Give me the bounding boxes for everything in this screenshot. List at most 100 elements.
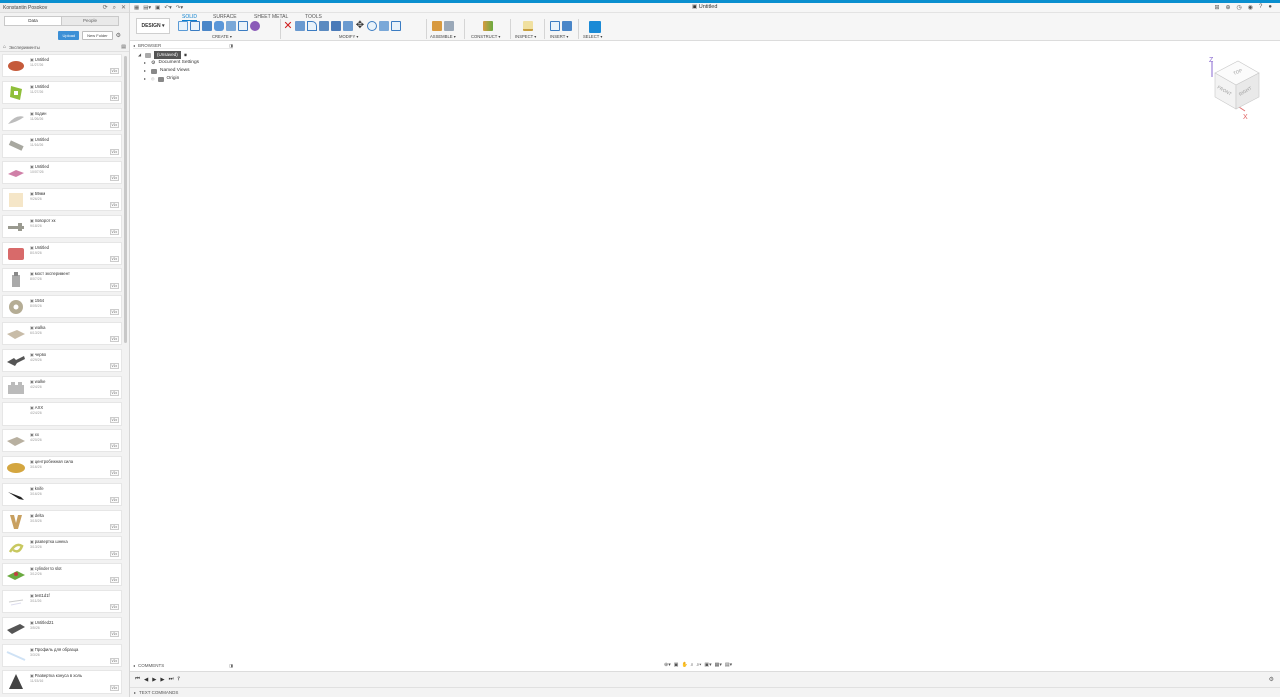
fit-icon[interactable]: ⌕▾	[696, 662, 701, 668]
file-name[interactable]: test1d1f	[30, 593, 50, 598]
version-badge[interactable]: V1▾	[109, 416, 119, 423]
measure-icon[interactable]	[523, 21, 533, 31]
expand-icon[interactable]: ▸	[134, 690, 136, 695]
play-icon[interactable]: ▶	[152, 677, 156, 683]
version-badge[interactable]: V1▾	[109, 229, 119, 236]
zoom-icon[interactable]: ⌕	[691, 662, 694, 668]
file-card[interactable]: Untitled11/27/26 V1▾	[2, 54, 122, 78]
file-card[interactable]: хх4/20/26 V1▾	[2, 429, 122, 453]
data-panel-scrollbar[interactable]	[124, 56, 127, 343]
file-thumbnail[interactable]	[6, 245, 26, 263]
file-card[interactable]: АХХ4/24/26 V1▾	[2, 402, 122, 426]
file-card[interactable]: Untitled10/07/26 V1▾	[2, 161, 122, 185]
version-badge[interactable]: V1▾	[109, 631, 119, 638]
visibility-icon[interactable]	[145, 52, 151, 58]
file-card[interactable]: Профиль для образца3/3/26 V1▾	[2, 643, 122, 667]
file-thumbnail[interactable]	[6, 111, 26, 129]
file-name[interactable]: мост эксперимент	[30, 271, 70, 276]
file-name[interactable]: АХХ	[30, 405, 43, 410]
version-badge[interactable]: V1▾	[109, 657, 119, 664]
file-thumbnail[interactable]	[6, 459, 26, 477]
version-badge[interactable]: V1▾	[109, 255, 119, 262]
viewports-icon[interactable]: ▤▾	[725, 662, 732, 668]
add-tab-icon[interactable]: ⊞	[1214, 4, 1219, 11]
tab-solid[interactable]: SOLID	[182, 14, 198, 21]
fillet-icon[interactable]	[307, 21, 317, 31]
tab-surface[interactable]: SURFACE	[213, 14, 237, 20]
collapse-icon[interactable]: ◂	[133, 43, 135, 48]
delete-icon[interactable]: ✕	[283, 21, 293, 32]
file-card[interactable]: черво4/29/26 V1▾	[2, 348, 122, 373]
file-thumbnail[interactable]	[6, 352, 26, 370]
select-menu[interactable]: SELECT ▾	[583, 34, 602, 39]
file-thumbnail[interactable]	[6, 593, 26, 611]
display-settings-icon[interactable]: ▣▾	[704, 662, 711, 668]
version-badge[interactable]: V1▾	[109, 523, 119, 530]
save-icon[interactable]: ▣	[155, 5, 160, 11]
version-badge[interactable]: V1▾	[109, 389, 119, 396]
refresh-icon[interactable]: ⟳	[103, 5, 108, 11]
file-thumbnail[interactable]	[6, 325, 26, 343]
expand-icon[interactable]: ◢	[138, 51, 145, 59]
inspect-menu[interactable]: INSPECT ▾	[515, 34, 536, 39]
file-card[interactable]: центробежная сила3/16/26 V1▾	[2, 455, 122, 480]
file-thumbnail[interactable]	[6, 57, 26, 75]
redo-icon[interactable]: ↷▾	[176, 5, 183, 11]
avatar[interactable]: ●	[1268, 4, 1272, 11]
file-name[interactable]: delta	[30, 513, 44, 518]
version-badge[interactable]: V1▾	[109, 95, 119, 102]
file-thumbnail[interactable]	[6, 298, 26, 316]
file-name[interactable]: поворот хк	[30, 218, 56, 223]
file-card[interactable]: knife3/16/26 V1▾	[2, 482, 122, 507]
assemble-menu[interactable]: ASSEMBLE ▾	[430, 34, 456, 39]
version-badge[interactable]: V1▾	[109, 550, 119, 557]
file-card[interactable]: Развертка конуса в холь11/15/16 V1▾	[2, 670, 122, 694]
file-thumbnail[interactable]	[6, 84, 26, 102]
file-thumbnail[interactable]	[6, 432, 26, 450]
move-icon[interactable]: ✥	[355, 21, 365, 31]
file-thumbnail[interactable]	[6, 271, 26, 289]
version-badge[interactable]: V1▾	[109, 443, 119, 450]
pin-icon[interactable]: ◨	[229, 663, 233, 668]
file-card[interactable]: развертка шнека3/13/26 V1▾	[2, 536, 122, 560]
view-toggle-icon[interactable]: ▤	[121, 44, 126, 50]
joint-icon[interactable]	[444, 21, 454, 31]
browser-node[interactable]: ▸ ◎ Origin	[138, 75, 199, 83]
version-badge[interactable]: V1▾	[109, 497, 119, 504]
create-menu[interactable]: CREATE ▾	[212, 34, 232, 39]
help-icon[interactable]: ?	[1259, 4, 1262, 11]
file-card[interactable]: cylinder to slot3/12/26 V1▾	[2, 563, 122, 587]
file-name[interactable]: 1564	[30, 298, 44, 303]
pin-icon[interactable]: ◨	[229, 43, 233, 48]
version-badge[interactable]: V1▾	[109, 363, 119, 370]
file-name[interactable]: Развертка конуса в холь	[30, 673, 82, 678]
grid-settings-icon[interactable]: ▦▾	[715, 662, 722, 668]
file-card[interactable]: Untitled8/19/26 V1▾	[2, 241, 122, 265]
insert-menu[interactable]: INSERT ▾	[550, 34, 568, 39]
file-card[interactable]: мост эксперимент8/07/26 V1▾	[2, 268, 122, 292]
radio-icon[interactable]: ◉	[184, 51, 188, 59]
shell-icon[interactable]	[331, 21, 341, 31]
file-thumbnail[interactable]	[6, 137, 26, 155]
file-card[interactable]: Untitled213/5/26 V1▾	[2, 616, 122, 641]
collapse-icon[interactable]: ◂	[133, 663, 135, 668]
upload-button[interactable]: Upload	[58, 30, 80, 40]
jobs-icon[interactable]: ◷	[1237, 4, 1242, 11]
file-name[interactable]: Untitled	[30, 137, 49, 142]
timeline-marker-icon[interactable]: ⫯	[178, 676, 180, 683]
file-card[interactable]: test1d1f3/11/26 V1▾	[2, 589, 122, 614]
close-icon[interactable]: ✕	[121, 5, 126, 11]
user-name[interactable]: Konstantin Posokov	[3, 5, 98, 11]
file-name[interactable]: Untitled	[30, 245, 49, 250]
file-name[interactable]: 59мм	[30, 191, 45, 196]
file-card[interactable]: walke4/24/26 V1▾	[2, 375, 122, 399]
breadcrumb-folder[interactable]: Эксперименты	[9, 45, 40, 50]
version-badge[interactable]: V1▾	[109, 684, 119, 691]
file-name[interactable]: центробежная сила	[30, 459, 73, 464]
look-at-icon[interactable]: ▣	[674, 662, 679, 668]
skip-end-icon[interactable]: ⏭	[169, 676, 174, 683]
construct-menu[interactable]: CONSTRUCT ▾	[471, 34, 500, 39]
file-card[interactable]: подин11/26/26 V1▾	[2, 107, 122, 131]
visibility-icon[interactable]: ◎	[151, 75, 155, 83]
version-badge[interactable]: V1▾	[109, 282, 119, 289]
